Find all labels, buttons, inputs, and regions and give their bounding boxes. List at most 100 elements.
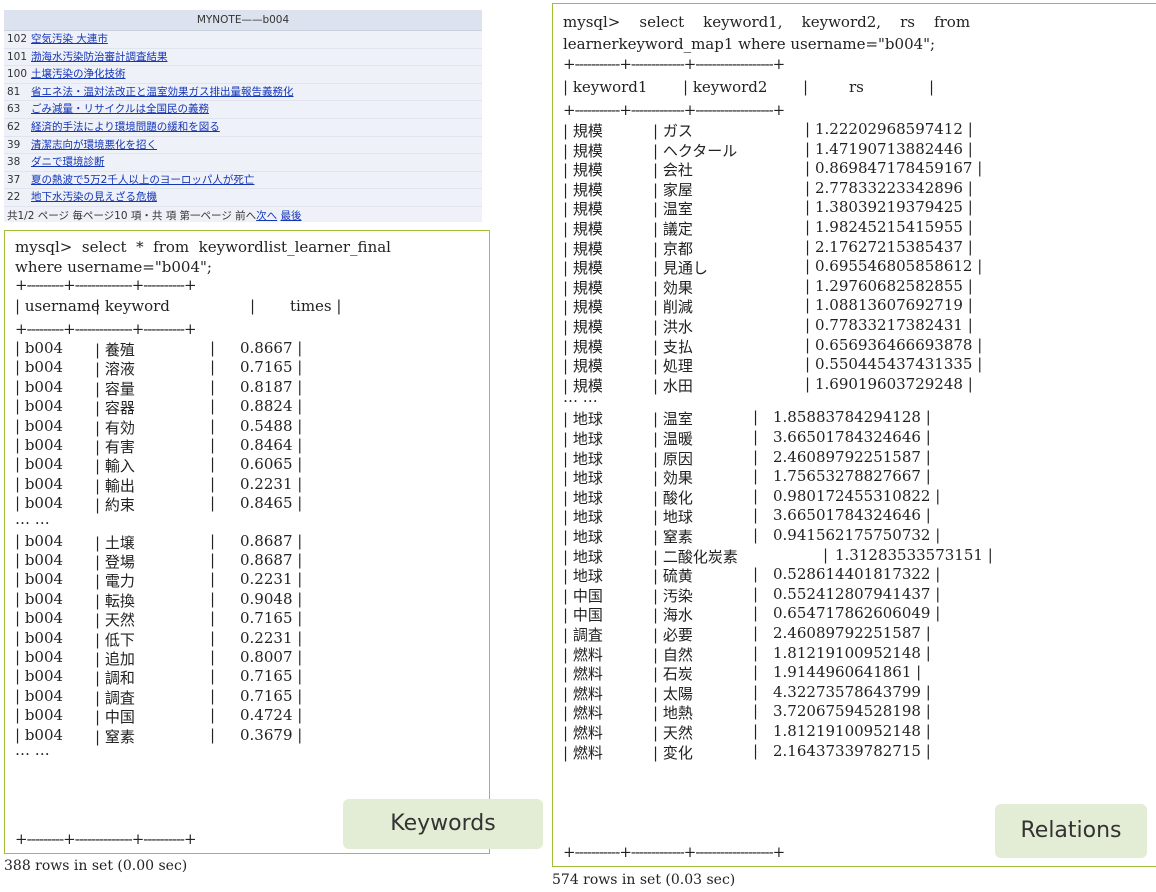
keywords-query-line-1: mysql> select * from keywordlist_learner… [15,238,391,256]
table-row-cell: | 規模 [563,239,603,258]
table-row-cell: | 転換 [95,591,135,610]
table-row-cell: 2.16437339782715 | [773,741,931,760]
table-row-cell: | [210,494,216,513]
note-link[interactable]: 渤海水汚染防治審計調査結果 [31,51,168,63]
table-row-cell: | 硫黄 [653,567,693,586]
note-number: 102 [7,33,28,45]
table-row-cell: | [210,377,216,396]
table-row-cell: | [753,722,759,740]
note-link[interactable]: ダニで環境診断 [31,156,105,168]
table-row-cell: | 有害 [95,438,135,456]
table-row-cell: 1.22202968597412 | [815,120,973,138]
last-page-link[interactable]: 最後 [281,210,302,222]
relations-label: Relations [995,804,1147,858]
table-row-cell: | 燃料 [563,645,603,664]
table-row-cell: 1.08813607692719 | [815,296,973,315]
relations-query-line-2: learnerkeyword_map1 where username="b004… [563,35,936,53]
table-row-cell: | [753,702,759,721]
table-row-cell: | 規模 [563,337,603,356]
table-row-cell: | 地球 [563,547,603,566]
table-row-cell: | [210,725,216,744]
table-row-cell: 3.66501784324646 | [773,506,931,525]
table-row-cell: | 容量 [95,379,135,398]
table-row-cell: | [210,628,216,647]
table-row-cell: 2.46089792251587 | [773,447,931,466]
table-row-cell: 0.4724 | [240,706,303,725]
table-row-cell: | 地球 [563,508,603,527]
list-item: 39 清潔志向が環境悪化を招く [4,137,482,155]
table-row-cell: | b004 [15,531,64,550]
table-separator: +---------+--------------+----------+ [15,320,197,338]
mynote-list: 102 空気汚染 大連市 101 渤海水汚染防治審計調査結果 100 土壌汚染の浄化技術 8… [4,31,482,207]
table-row-cell: | 中国 [95,708,135,727]
table-row-cell: | 調和 [95,669,135,688]
note-link[interactable]: 経済的手法により環境問題の緩和を図る [31,121,220,133]
table-row-cell: | 支払 [653,337,693,356]
table-row-cell: | [805,276,811,295]
table-row-cell: 0.8464 | [240,436,303,454]
table-row-cell: | 酸化 [653,488,693,507]
table-row-cell: | [210,416,216,435]
header-cell: times | [290,297,342,315]
table-row-cell: | 燃料 [563,724,603,742]
table-row-cell: | b004 [15,436,64,454]
table-row-cell: | [805,178,811,197]
table-row-cell: | b004 [15,628,64,647]
table-row-cell: | b004 [15,377,64,396]
table-row-cell: | 洪水 [653,318,693,336]
table-row-cell: | [753,643,759,662]
relations-query-line-1: mysql> select keyword1, keyword2, rs fro… [563,13,971,31]
note-number: 37 [7,173,21,186]
keywords-label: Keywords [343,799,543,849]
table-row-cell: 0.7165 | [240,667,303,686]
table-row-cell: | 規模 [563,122,603,140]
table-row-cell: | 規模 [563,298,603,317]
note-link[interactable]: 空気汚染 大連市 [31,33,108,45]
list-item: 63 ごみ減量・リサイクルは全国民の義務 [4,101,482,119]
table-row-cell: 0.8824 | [240,397,303,416]
table-row-cell: | [753,467,759,486]
table-row-cell: 1.47190713882446 | [815,139,973,158]
table-row-cell: | [753,526,759,544]
table-row-cell: 1.81219100952148 | [773,722,931,740]
table-row-cell: | [753,486,759,505]
next-page-link[interactable]: 次へ [256,210,277,222]
note-link[interactable]: 清潔志向が環境悪化を招く [31,139,157,151]
table-row-cell: | b004 [15,551,64,569]
table-row-cell: | ガス [653,122,693,140]
note-link[interactable]: ごみ減量・リサイクルは全国民の義務 [31,103,209,115]
table-row-cell: | [753,506,759,525]
note-link[interactable]: 省エネ法・温対法改正と温室効果ガス排出量報告義務化 [31,86,294,98]
table-row-cell: | 京都 [653,239,693,258]
table-row-cell: | [805,218,811,236]
table-row-cell: | 議定 [653,220,693,238]
table-row-cell: | 低下 [95,630,135,649]
rows-ellipsis: … … [15,741,50,759]
table-row-cell: | [210,706,216,725]
table-row-cell: | [823,545,829,564]
note-number: 100 [7,68,28,81]
note-link[interactable]: 夏の熱波で5万2千人以上のヨーロッパ人が死亡 [31,174,254,186]
list-item: 81 省エネ法・温対法改正と温室効果ガス排出量報告義務化 [4,84,482,102]
table-row-cell: 1.38039219379425 | [815,198,973,217]
table-row-cell: | 必要 [653,626,693,644]
table-row-cell: | 有効 [95,418,135,437]
header-cell: rs [849,78,864,96]
table-row-cell: | [753,741,759,760]
table-row-cell: | 規模 [563,259,603,278]
list-item: 22 地下水汚染の見えざる危機 [4,189,482,207]
table-row-cell: | 削減 [653,298,693,317]
table-row-cell: 0.8465 | [240,494,303,513]
table-row-cell: | [210,667,216,686]
table-row-cell: | [210,570,216,589]
table-row-cell: | 規模 [563,318,603,336]
table-row-cell: | [753,604,759,623]
note-link[interactable]: 地下水汚染の見えざる危機 [31,191,157,203]
table-row-cell: 1.29760682582855 | [815,276,973,295]
table-row-cell: | 登場 [95,553,135,571]
table-row-cell: | 地球 [653,508,693,527]
table-row-cell: | 効果 [653,469,693,488]
note-link[interactable]: 土壌汚染の浄化技術 [31,68,126,80]
table-row-cell: | 自然 [653,645,693,664]
table-row-cell: | b004 [15,667,64,686]
